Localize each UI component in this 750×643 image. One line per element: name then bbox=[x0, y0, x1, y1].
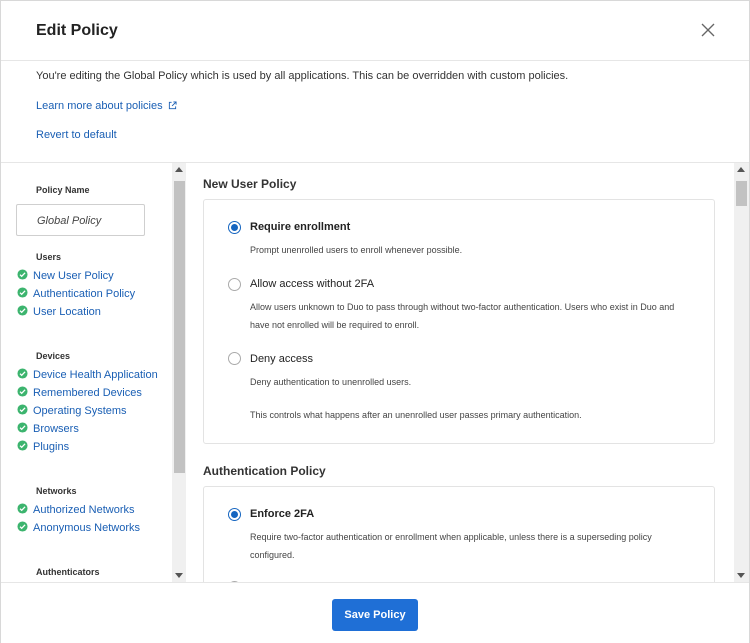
sidebar-item-remembered-devices[interactable]: Remembered Devices bbox=[17, 386, 142, 402]
option-description: Prompt unenrolled users to enroll whenev… bbox=[250, 245, 463, 255]
sidebar-item-label: Authentication Policy bbox=[33, 288, 136, 300]
policy-name-label: Policy Name bbox=[36, 185, 90, 195]
check-circle-icon bbox=[17, 287, 28, 298]
radio-enforce-2fa[interactable] bbox=[228, 508, 241, 521]
sidebar-group-authenticators: Authenticators bbox=[36, 567, 100, 577]
sidebar-group-users: Users bbox=[36, 252, 62, 262]
authentication-policy-card: Enforce 2FA Require two-factor authentic… bbox=[203, 486, 715, 582]
content-scrollbar[interactable] bbox=[734, 163, 749, 582]
sidebar-item-plugins[interactable]: Plugins bbox=[17, 440, 69, 456]
check-circle-icon bbox=[17, 422, 28, 433]
modal-title: Edit Policy bbox=[36, 22, 118, 39]
edit-policy-modal: Edit Policy You're editing the Global Po… bbox=[0, 0, 750, 643]
close-icon[interactable] bbox=[700, 22, 716, 38]
intro-text: You're editing the Global Policy which i… bbox=[36, 70, 569, 82]
sidebar-item-label: Device Health Application bbox=[33, 369, 158, 381]
new-user-policy-card: Require enrollment Prompt unenrolled use… bbox=[203, 199, 715, 444]
scroll-up-icon[interactable] bbox=[175, 167, 183, 172]
sidebar-scroll-thumb[interactable] bbox=[174, 181, 185, 473]
sidebar-item-browsers[interactable]: Browsers bbox=[17, 422, 79, 438]
sidebar-item-operating-systems[interactable]: Operating Systems bbox=[17, 404, 127, 420]
learn-more-label: Learn more about policies bbox=[36, 100, 163, 112]
save-policy-button[interactable]: Save Policy bbox=[332, 599, 418, 631]
sidebar-item-authorized-networks[interactable]: Authorized Networks bbox=[17, 503, 135, 519]
option-label: Require enrollment bbox=[250, 221, 351, 233]
sidebar-item-device-health-application[interactable]: Device Health Application bbox=[17, 368, 158, 384]
sidebar-item-label: Authorized Networks bbox=[33, 504, 135, 516]
sidebar-item-new-user-policy[interactable]: New User Policy bbox=[17, 269, 114, 285]
policy-content: New User Policy Require enrollment Promp… bbox=[187, 163, 734, 582]
check-circle-icon bbox=[17, 440, 28, 451]
sidebar-group-devices: Devices bbox=[36, 351, 71, 361]
sidebar-item-label: Anonymous Networks bbox=[33, 522, 140, 534]
option-description: Allow users unknown to Duo to pass throu… bbox=[250, 302, 675, 330]
option-description: Require two-factor authentication or enr… bbox=[250, 532, 652, 560]
option-label: Enforce 2FA bbox=[250, 508, 315, 520]
option-description: Deny authentication to unenrolled users. bbox=[250, 377, 412, 387]
sidebar-item-label: Operating Systems bbox=[33, 405, 127, 417]
sidebar-item-label: Browsers bbox=[33, 423, 79, 435]
sidebar-group-networks: Networks bbox=[36, 486, 77, 496]
sidebar-item-user-location[interactable]: User Location bbox=[17, 305, 101, 321]
radio-require-enrollment[interactable] bbox=[228, 221, 241, 234]
policy-sidebar: Policy Name Global Policy Users New User… bbox=[1, 163, 172, 582]
sidebar-item-anonymous-networks[interactable]: Anonymous Networks bbox=[17, 521, 140, 537]
option-label: Allow access without 2FA bbox=[250, 278, 375, 290]
sidebar-item-label: Plugins bbox=[33, 441, 70, 453]
authentication-policy-title: Authentication Policy bbox=[203, 464, 326, 478]
check-circle-icon bbox=[17, 269, 28, 280]
sidebar-item-label: Remembered Devices bbox=[33, 387, 142, 399]
option-label: Deny access bbox=[250, 353, 313, 365]
new-user-policy-title: New User Policy bbox=[203, 177, 297, 191]
revert-to-default-link[interactable]: Revert to default bbox=[36, 129, 117, 141]
scroll-down-icon[interactable] bbox=[737, 573, 745, 578]
sidebar-item-label: New User Policy bbox=[33, 270, 114, 282]
radio-allow-access-without-2fa[interactable] bbox=[228, 278, 241, 291]
radio-deny-access[interactable] bbox=[228, 352, 241, 365]
check-circle-icon bbox=[17, 368, 28, 379]
modal-footer: Save Policy bbox=[1, 582, 749, 643]
modal-header: Edit Policy bbox=[1, 1, 749, 61]
check-circle-icon bbox=[17, 305, 28, 316]
sidebar-scrollbar[interactable] bbox=[172, 163, 186, 582]
sidebar-item-label: User Location bbox=[33, 306, 101, 318]
sidebar-item-authentication-policy[interactable]: Authentication Policy bbox=[17, 287, 135, 303]
check-circle-icon bbox=[17, 404, 28, 415]
scroll-up-icon[interactable] bbox=[737, 167, 745, 172]
policy-note: This controls what happens after an unen… bbox=[250, 410, 582, 420]
check-circle-icon bbox=[17, 521, 28, 532]
check-circle-icon bbox=[17, 503, 28, 514]
external-link-icon bbox=[168, 101, 177, 110]
scroll-down-icon[interactable] bbox=[175, 573, 183, 578]
learn-more-link[interactable]: Learn more about policies bbox=[36, 100, 177, 112]
policy-name-field[interactable]: Global Policy bbox=[16, 204, 145, 236]
check-circle-icon bbox=[17, 386, 28, 397]
content-scroll-thumb[interactable] bbox=[736, 181, 747, 206]
